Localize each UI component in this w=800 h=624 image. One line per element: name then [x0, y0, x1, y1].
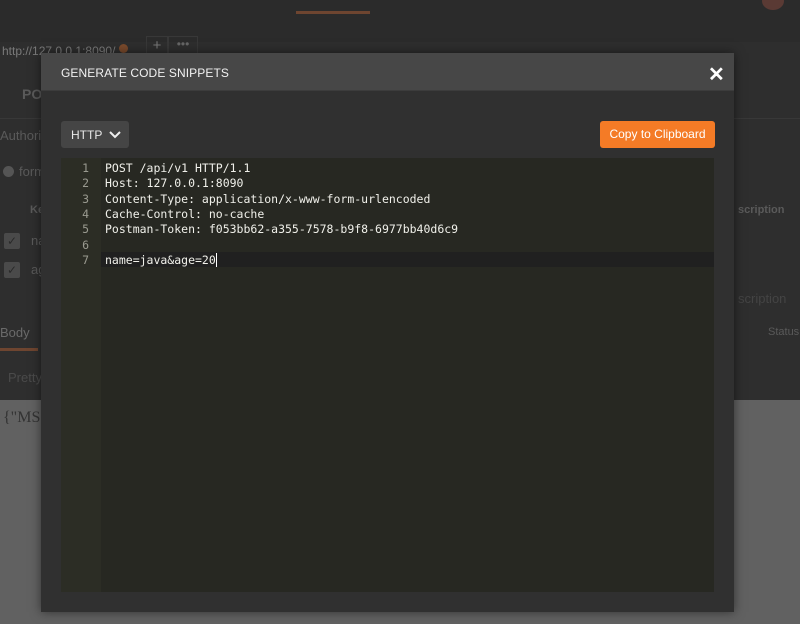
- close-icon[interactable]: ✕: [708, 62, 725, 87]
- code-text: Postman-Token: f053bb62-a355-7578-b9f8-6…: [105, 222, 459, 237]
- status-label: Status: [768, 326, 800, 338]
- line-number: 3: [82, 191, 89, 206]
- code-text: Content-Type: application/x-www-form-url…: [105, 191, 431, 206]
- code-text: Host: 127.0.0.1:8090: [105, 176, 244, 191]
- code-text: POST /api/v1 HTTP/1.1: [105, 161, 251, 175]
- language-dropdown[interactable]: HTTP: [61, 121, 129, 148]
- unsaved-dot-icon: [119, 44, 128, 53]
- copy-to-clipboard-button[interactable]: Copy to Clipboard: [600, 121, 715, 148]
- generate-code-modal: GENERATE CODE SNIPPETS ✕ HTTP Copy to Cl…: [41, 53, 734, 612]
- code-line: Postman-Token: f053bb62-a355-7578-b9f8-6…: [105, 222, 458, 236]
- line-number: 5: [82, 222, 89, 237]
- tab-body[interactable]: Body: [0, 325, 30, 340]
- code-line: name=java&age=20: [105, 252, 217, 267]
- line-number: 4: [82, 206, 89, 221]
- code-line: POST /api/v1 HTTP/1.1: [105, 161, 250, 175]
- code-editor[interactable]: 1 POST /api/v1 HTTP/1.1 2 Host: 127.0.0.1:8…: [61, 158, 714, 592]
- radio-form-data[interactable]: [3, 166, 14, 177]
- description-header: scription: [738, 204, 785, 216]
- line-number: 1: [82, 161, 89, 175]
- pretty-tab[interactable]: Pretty: [8, 370, 42, 385]
- app-top-bar: [0, 0, 800, 42]
- description-placeholder: scription: [738, 291, 787, 306]
- line-number: 7: [82, 252, 89, 267]
- modal-title: GENERATE CODE SNIPPETS: [61, 66, 230, 80]
- code-text: name=java&age=20: [105, 252, 216, 267]
- code-text: Cache-Control: no-cache: [105, 206, 265, 221]
- chevron-down-icon: [109, 131, 121, 139]
- row-checkbox[interactable]: ✓: [4, 262, 20, 278]
- method-select[interactable]: PO: [22, 86, 42, 102]
- language-value: HTTP: [71, 128, 103, 142]
- active-tab-underline: [0, 348, 38, 351]
- code-line: Host: 127.0.0.1:8090: [105, 176, 243, 190]
- line-number: 6: [82, 237, 89, 252]
- active-indicator: [296, 11, 370, 14]
- row-checkbox[interactable]: ✓: [4, 233, 20, 249]
- code-line: Content-Type: application/x-www-form-url…: [105, 192, 430, 206]
- text-cursor: [215, 252, 217, 267]
- modal-header: GENERATE CODE SNIPPETS ✕: [41, 53, 734, 91]
- line-number: 2: [82, 176, 89, 191]
- code-line: Cache-Control: no-cache: [105, 207, 264, 221]
